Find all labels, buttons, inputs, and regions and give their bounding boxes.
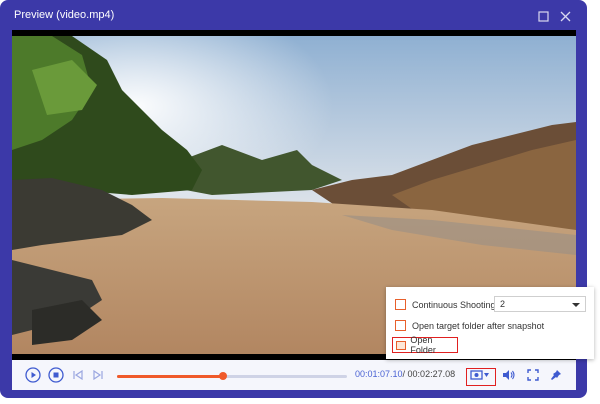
- title-bar: Preview (video.mp4): [0, 0, 587, 32]
- snapshot-highlight: [466, 368, 496, 386]
- continuous-shooting-label: Continuous Shooting: [412, 299, 496, 310]
- volume-button[interactable]: [500, 367, 518, 383]
- maximize-icon: [537, 10, 549, 22]
- close-icon: [560, 11, 570, 21]
- fullscreen-icon: [527, 369, 539, 381]
- open-after-snapshot-label: Open target folder after snapshot: [412, 320, 545, 331]
- play-button[interactable]: [24, 366, 42, 384]
- close-button[interactable]: [556, 7, 574, 25]
- time-display: 00:01:07.10/ 00:02:27.08: [355, 369, 455, 379]
- stop-icon: [48, 367, 64, 383]
- progress-handle[interactable]: [218, 372, 227, 380]
- total-time: / 00:02:27.08: [402, 369, 456, 379]
- pin-icon: [551, 370, 561, 380]
- progress-fill: [117, 375, 223, 378]
- open-folder-button[interactable]: Open Folder: [392, 335, 458, 355]
- open-after-row[interactable]: Open target folder after snapshot: [395, 320, 544, 331]
- pin-button[interactable]: [547, 367, 565, 383]
- skip-previous-icon: [73, 370, 83, 380]
- progress-slider[interactable]: [117, 372, 347, 380]
- open-folder-label: Open Folder: [410, 335, 436, 355]
- chevron-down-icon: [572, 303, 580, 307]
- snapshot-settings-menu: Continuous Shooting 2 Open target folder…: [386, 287, 594, 359]
- fullscreen-button[interactable]: [524, 367, 542, 383]
- stop-button[interactable]: [47, 366, 65, 384]
- next-frame-button[interactable]: [91, 368, 105, 382]
- continuous-shooting-row[interactable]: Continuous Shooting: [395, 299, 496, 310]
- folder-icon: [396, 340, 407, 350]
- open-after-snapshot-checkbox[interactable]: [395, 320, 406, 331]
- window-title: Preview (video.mp4): [14, 9, 115, 21]
- skip-next-icon: [93, 370, 103, 380]
- volume-icon: [503, 370, 515, 380]
- previous-frame-button[interactable]: [71, 368, 85, 382]
- shot-count-value: 2: [500, 299, 506, 309]
- current-time: 00:01:07.10: [355, 369, 403, 379]
- maximize-button[interactable]: [534, 7, 552, 25]
- shot-count-select[interactable]: 2: [494, 296, 586, 312]
- continuous-shooting-checkbox[interactable]: [395, 299, 406, 310]
- play-icon: [25, 367, 41, 383]
